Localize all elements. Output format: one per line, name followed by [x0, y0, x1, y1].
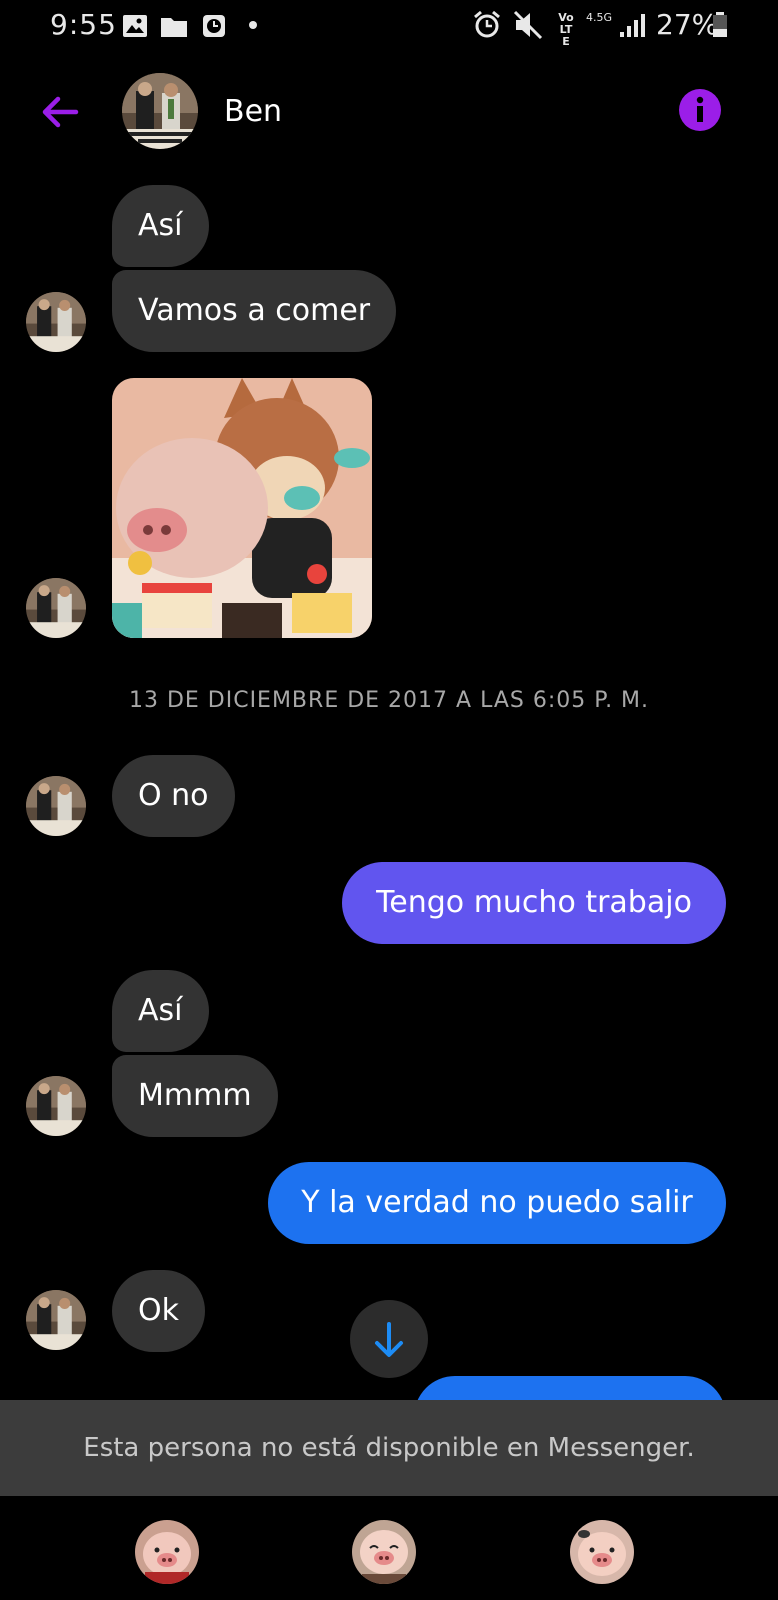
mute-icon — [513, 10, 543, 40]
sender-avatar — [26, 292, 86, 352]
message-bubble-incoming[interactable]: Ok — [112, 1270, 205, 1352]
pig-sticker-button[interactable] — [352, 1520, 416, 1584]
unavailable-banner: Esta persona no está disponible en Messe… — [0, 1400, 778, 1496]
conversation-timestamp: 13 DE DICIEMBRE DE 2017 A LAS 6:05 P. M. — [128, 688, 650, 713]
volte-indicator: Vo LTE — [558, 11, 574, 48]
info-icon[interactable] — [678, 88, 722, 132]
scroll-to-bottom-button[interactable] — [350, 1300, 428, 1378]
message-bubble-incoming[interactable]: O no — [112, 755, 235, 837]
signal-icon — [620, 14, 645, 37]
arrow-down-icon — [375, 1322, 403, 1357]
message-bubble-incoming[interactable]: Así — [112, 185, 209, 267]
sender-avatar — [26, 1076, 86, 1136]
message-bubble-incoming[interactable]: Mmmm — [112, 1055, 278, 1137]
pig-sticker-button[interactable] — [570, 1520, 634, 1584]
message-bubble-incoming[interactable]: Vamos a comer — [112, 270, 397, 352]
message-bubble-incoming[interactable]: Así — [112, 970, 209, 1052]
sender-avatar — [26, 1290, 86, 1350]
contact-name[interactable]: Ben — [224, 94, 282, 129]
message-bubble-outgoing[interactable]: Y la verdad no puedo salir — [268, 1162, 726, 1244]
sender-avatar — [26, 578, 86, 638]
network-type: 4.5G — [586, 11, 613, 24]
contact-avatar[interactable] — [122, 73, 198, 149]
status-bar: 9:55 Vo LTE 4.5G 27% — [0, 0, 778, 52]
conversation-header: Ben — [0, 68, 778, 158]
alarm-icon — [474, 10, 500, 38]
message-bubble-outgoing[interactable]: Tengo mucho trabajo — [342, 862, 726, 944]
sticker-message[interactable] — [112, 378, 372, 638]
folder-icon — [161, 18, 187, 37]
battery-icon — [713, 12, 727, 37]
sender-avatar — [26, 776, 86, 836]
back-arrow-icon[interactable] — [36, 88, 84, 136]
pig-sticker-button[interactable] — [135, 1520, 199, 1584]
dot-icon — [249, 21, 257, 29]
quick-reactions-bar — [0, 1496, 778, 1600]
clock-box-icon — [203, 15, 225, 37]
status-time: 9:55 — [50, 8, 117, 41]
gallery-icon — [123, 15, 147, 37]
battery-percent: 27% — [656, 8, 719, 41]
